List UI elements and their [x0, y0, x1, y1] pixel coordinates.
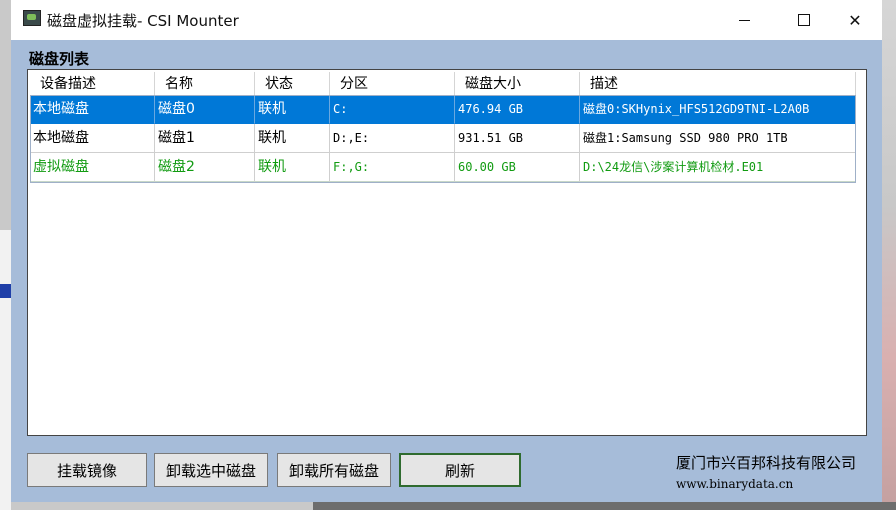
cell-device: 本地磁盘	[30, 95, 155, 124]
cell-description: 磁盘1:Samsung SSD 980 PRO 1TB	[580, 124, 856, 153]
cell-name: 磁盘1	[155, 124, 255, 153]
background-desktop-edge	[882, 0, 896, 510]
close-icon: ✕	[848, 10, 862, 30]
background-window-edge	[0, 230, 11, 510]
mount-image-button[interactable]: 挂载镜像	[27, 453, 147, 487]
company-website: www.binarydata.cn	[676, 477, 794, 491]
table-row[interactable]: 本地磁盘 磁盘0 联机 C: 476.94 GB 磁盘0:SKHynix_HFS…	[30, 95, 856, 124]
cell-description: D:\24龙信\涉案计算机检材.E01	[580, 153, 856, 182]
background-taskbar-edge	[313, 502, 896, 510]
unmount-all-button[interactable]: 卸载所有磁盘	[277, 453, 391, 487]
mounter-window: 磁盘虚拟挂载- CSI Mounter ✕ 磁盘列表 设备描述 名称 状态 分区…	[11, 0, 882, 502]
header-status[interactable]: 状态	[255, 72, 330, 96]
close-button[interactable]: ✕	[825, 0, 885, 40]
cell-description: 磁盘0:SKHynix_HFS512GD9TNI-L2A0B	[580, 95, 856, 124]
header-description[interactable]: 描述	[580, 72, 856, 96]
cell-device: 本地磁盘	[30, 124, 155, 153]
cell-partition: C:	[330, 95, 455, 124]
table-row[interactable]: 虚拟磁盘 磁盘2 联机 F:,G: 60.00 GB D:\24龙信\涉案计算机…	[30, 153, 856, 182]
unmount-selected-button[interactable]: 卸载选中磁盘	[154, 453, 268, 487]
title-bar[interactable]: 磁盘虚拟挂载- CSI Mounter ✕	[11, 0, 882, 40]
app-icon	[23, 10, 41, 26]
cell-name: 磁盘0	[155, 95, 255, 124]
cell-status: 联机	[255, 95, 330, 124]
cell-size: 476.94 GB	[455, 95, 580, 124]
disk-table[interactable]: 设备描述 名称 状态 分区 磁盘大小 描述 本地磁盘 磁盘0 联机 C: 476…	[27, 69, 867, 436]
cell-device: 虚拟磁盘	[30, 153, 155, 182]
refresh-button[interactable]: 刷新	[399, 453, 521, 487]
background-window-edge-bar	[0, 284, 11, 298]
header-device[interactable]: 设备描述	[30, 72, 155, 96]
cell-status: 联机	[255, 124, 330, 153]
minimize-icon	[738, 19, 750, 21]
cell-status: 联机	[255, 153, 330, 182]
disk-list-label: 磁盘列表	[29, 50, 90, 68]
cell-partition: D:,E:	[330, 124, 455, 153]
window-title: 磁盘虚拟挂载- CSI Mounter	[47, 12, 239, 30]
table-row[interactable]: 本地磁盘 磁盘1 联机 D:,E: 931.51 GB 磁盘1:Samsung …	[30, 124, 856, 153]
table-header: 设备描述 名称 状态 分区 磁盘大小 描述	[30, 72, 856, 96]
cell-size: 931.51 GB	[455, 124, 580, 153]
header-size[interactable]: 磁盘大小	[455, 72, 580, 96]
minimize-button[interactable]	[714, 0, 774, 40]
maximize-icon	[798, 14, 810, 26]
cell-name: 磁盘2	[155, 153, 255, 182]
header-partition[interactable]: 分区	[330, 72, 455, 96]
cell-size: 60.00 GB	[455, 153, 580, 182]
header-name[interactable]: 名称	[155, 72, 255, 96]
cell-partition: F:,G:	[330, 153, 455, 182]
company-name: 厦门市兴百邦科技有限公司	[676, 454, 857, 472]
